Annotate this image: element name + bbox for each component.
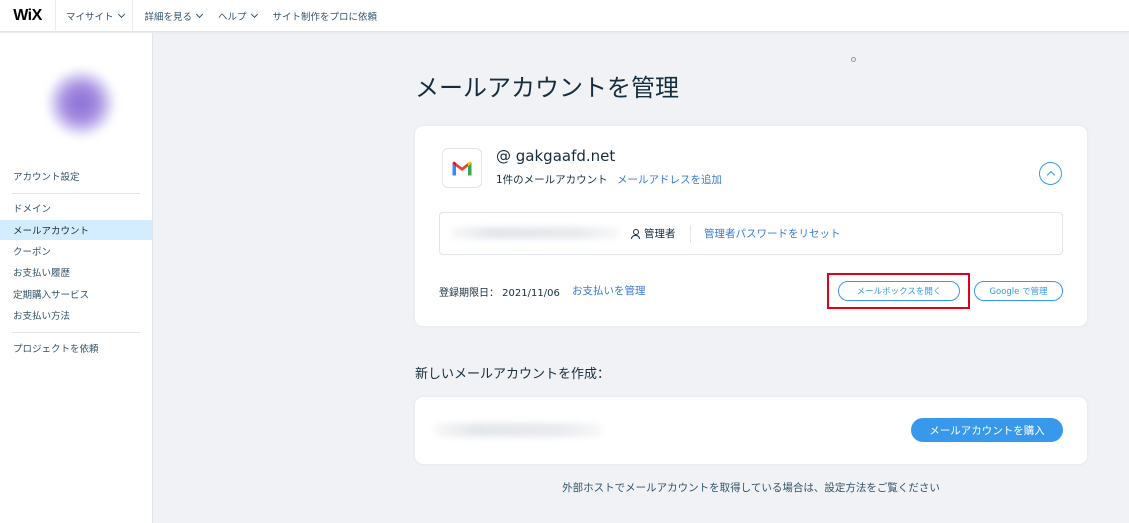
sidebar-item-billing-history[interactable]: お支払い履歴 [0, 262, 152, 282]
decorative-dot [851, 57, 856, 62]
sidebar-item-hire-project[interactable]: プロジェクトを依頼 [0, 338, 152, 358]
sidebar-item-payment-methods[interactable]: お支払い方法 [0, 305, 152, 325]
account-count: 1件のメールアカウント [496, 174, 608, 186]
admin-badge: 管理者 [631, 226, 676, 241]
open-mailbox-button[interactable]: メールボックスを開く [838, 281, 960, 301]
reset-admin-password-link[interactable]: 管理者パスワードをリセット [704, 226, 841, 241]
avatar-image [47, 69, 115, 137]
top-bar: WiX マイサイト 詳細を見る ヘルプ サイト制作をプロに依頼 [0, 0, 1129, 32]
nav-help[interactable]: ヘルプ [210, 0, 265, 32]
sidebar-divider [12, 193, 140, 194]
sidebar-item-subscriptions[interactable]: 定期購入サービス [0, 284, 152, 304]
manage-in-google-button[interactable]: Google で管理 [974, 281, 1063, 301]
mail-domain: @ gakgaafd.net [496, 147, 616, 165]
new-account-info-blurred [433, 423, 603, 437]
sidebar-item-domains[interactable]: ドメイン [0, 198, 152, 218]
nav-help-label: ヘルプ [218, 11, 247, 23]
admin-label: 管理者 [644, 228, 676, 240]
person-icon [631, 228, 640, 239]
nav-my-sites[interactable]: マイサイト [56, 0, 133, 32]
nav-explore[interactable]: 詳細を見る [137, 0, 211, 32]
sidebar-divider [12, 332, 140, 333]
wix-logo[interactable]: WiX [0, 0, 56, 32]
mail-account-card: @ gakgaafd.net 1件のメールアカウント メールアドレスを追加 管理… [415, 126, 1087, 326]
expiry-date: 登録期限日： 2021/11/06 [439, 288, 560, 299]
collapse-button[interactable] [1039, 162, 1062, 185]
nav-hire-pro-label: サイト制作をプロに依頼 [272, 11, 378, 23]
mailbox-row: 管理者 管理者パスワードをリセット [439, 212, 1063, 255]
gmail-icon [442, 148, 482, 188]
sidebar: アカウント設定 ドメイン メールアカウント クーポン お支払い履歴 定期購入サー… [0, 33, 153, 523]
chevron-down-icon [117, 10, 125, 18]
nav-my-sites-label: マイサイト [66, 11, 114, 23]
row-divider [690, 225, 691, 243]
chevron-down-icon [195, 10, 204, 18]
chevron-up-icon [1046, 170, 1055, 180]
avatar [22, 55, 140, 151]
sidebar-item-coupons[interactable]: クーポン [0, 241, 152, 261]
mailbox-address-blurred [450, 227, 620, 239]
add-address-link[interactable]: メールアドレスを追加 [617, 172, 722, 187]
nav-explore-label: 詳細を見る [144, 11, 193, 23]
external-host-note: 外部ホストでメールアカウントを取得している場合は、設定方法をご覧ください [562, 482, 940, 494]
page-title: メールアカウントを管理 [415, 74, 679, 102]
sidebar-item-account-settings[interactable]: アカウント設定 [0, 166, 152, 186]
manage-payment-link[interactable]: お支払いを管理 [572, 283, 646, 298]
new-account-section-title: 新しいメールアカウントを作成： [415, 367, 611, 382]
new-account-card: メールアカウントを購入 [415, 397, 1087, 464]
buy-mail-account-button[interactable]: メールアカウントを購入 [911, 418, 1063, 442]
sidebar-item-mail-accounts[interactable]: メールアカウント [0, 220, 152, 240]
chevron-down-icon [250, 10, 258, 18]
nav-hire-pro[interactable]: サイト制作をプロに依頼 [265, 0, 386, 32]
